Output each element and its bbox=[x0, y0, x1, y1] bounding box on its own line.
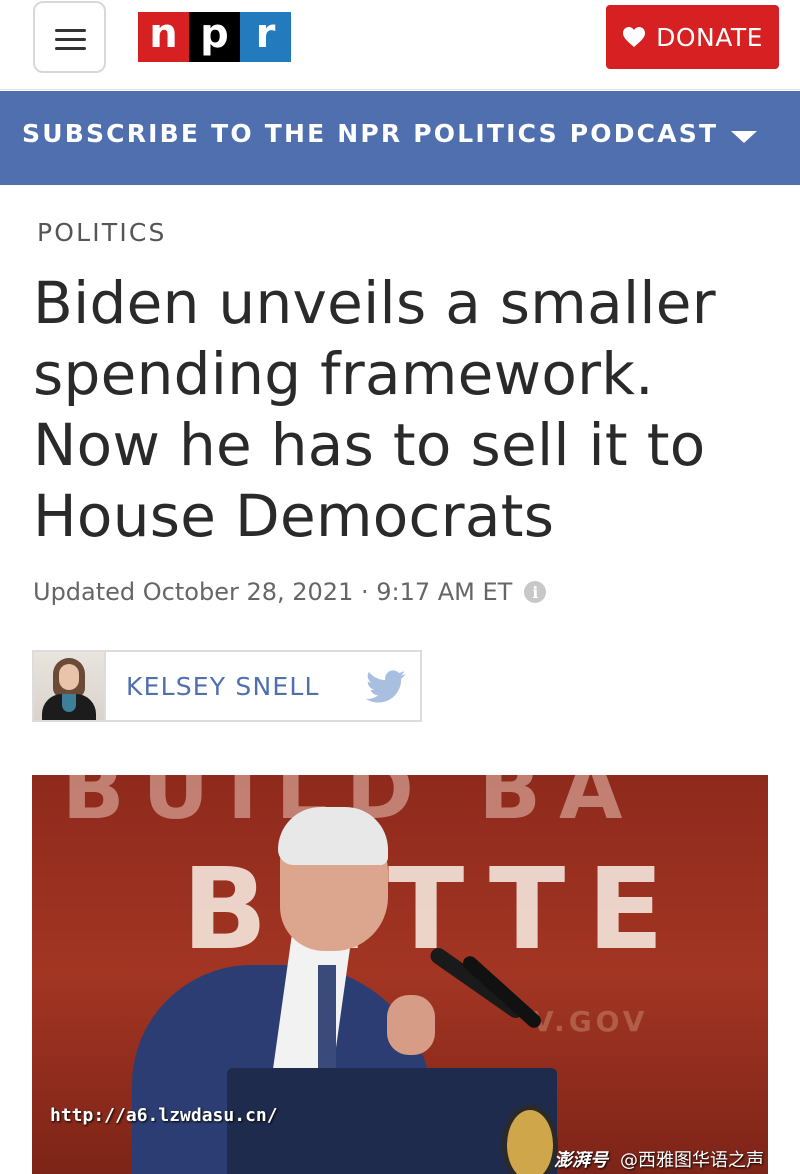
watermark-source: 澎湃号 @西雅图华语之声 bbox=[554, 1146, 764, 1172]
author-name-link[interactable]: KELSEY SNELL bbox=[126, 672, 320, 701]
watermark-account: @西雅图华语之声 bbox=[620, 1150, 764, 1171]
speaker-hair bbox=[278, 807, 388, 865]
site-header: n p r DONATE bbox=[0, 0, 800, 90]
hamburger-menu-icon-bar bbox=[55, 47, 86, 50]
hamburger-menu-icon-bar bbox=[55, 38, 86, 41]
watermark-brand: 澎湃号 bbox=[554, 1150, 608, 1171]
donate-label: DONATE bbox=[656, 22, 763, 52]
logo-letter-p: p bbox=[189, 12, 240, 62]
twitter-icon[interactable] bbox=[366, 670, 406, 704]
npr-logo[interactable]: n p r bbox=[138, 12, 291, 62]
section-label[interactable]: POLITICS bbox=[37, 218, 167, 247]
chevron-down-icon[interactable] bbox=[731, 131, 757, 143]
watermark-url: http://a6.lzwdasu.cn/ bbox=[50, 1105, 278, 1126]
article-lead-photo: BUILD BA BETTE V.GOV http://a6.lzwdasu.c… bbox=[32, 775, 768, 1174]
author-avatar bbox=[34, 652, 104, 720]
logo-letter-n: n bbox=[138, 12, 189, 62]
divider bbox=[104, 652, 106, 720]
article-dateline: Updated October 28, 2021 · 9:17 AM ET i bbox=[33, 578, 547, 606]
subscribe-label: SUBSCRIBE TO THE NPR POLITICS PODCAST bbox=[22, 119, 719, 148]
heart-icon bbox=[623, 27, 646, 47]
speaker-hand bbox=[387, 995, 435, 1055]
sign-text-small: V.GOV bbox=[532, 1005, 649, 1038]
author-card[interactable]: KELSEY SNELL bbox=[32, 650, 422, 722]
donate-button[interactable]: DONATE bbox=[606, 5, 779, 69]
hamburger-menu-button[interactable] bbox=[33, 1, 106, 73]
article-headline: Biden unveils a smaller spending framewo… bbox=[33, 269, 716, 550]
dateline-text: Updated October 28, 2021 · 9:17 AM ET bbox=[33, 578, 513, 606]
speaker-tie bbox=[318, 965, 336, 1085]
logo-letter-r: r bbox=[240, 12, 291, 62]
podcast-subscribe-bar[interactable]: SUBSCRIBE TO THE NPR POLITICS PODCAST bbox=[0, 91, 800, 185]
info-icon[interactable]: i bbox=[524, 581, 547, 603]
hamburger-menu-icon bbox=[55, 29, 86, 32]
